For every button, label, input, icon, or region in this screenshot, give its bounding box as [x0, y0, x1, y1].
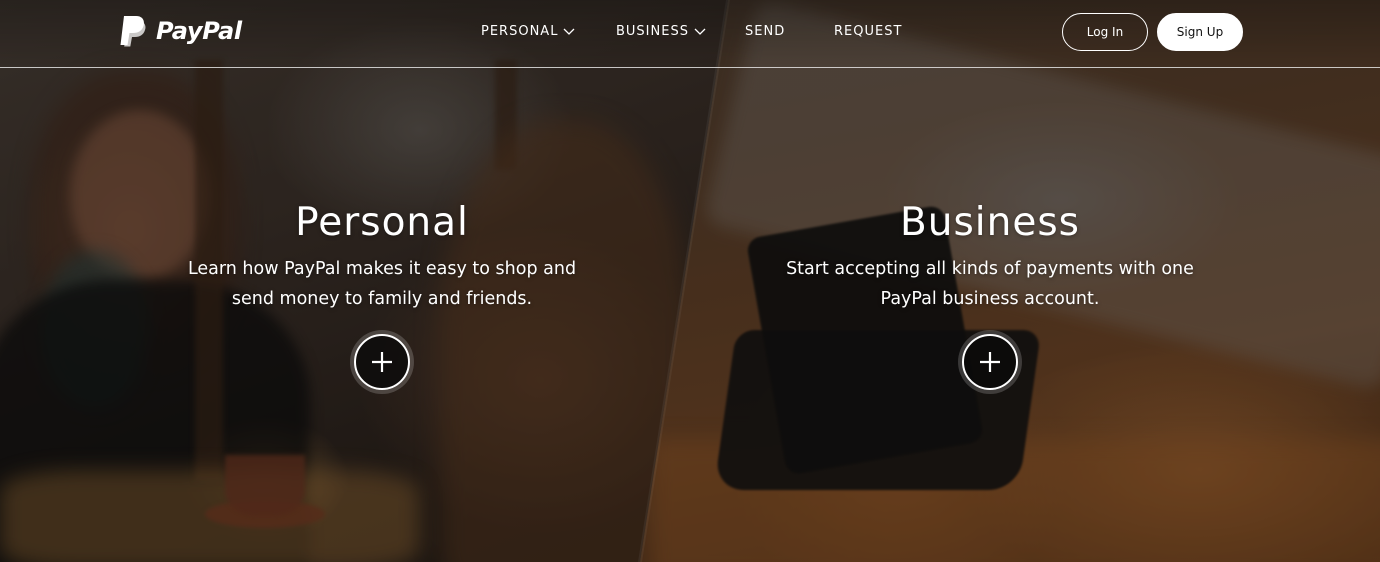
personal-expand-button[interactable]	[354, 334, 410, 390]
nav-business-label: BUSINESS	[616, 24, 689, 39]
nav-request-label: REQUEST	[834, 24, 903, 39]
login-button[interactable]: Log In	[1062, 13, 1148, 51]
signup-button[interactable]: Sign Up	[1157, 13, 1243, 51]
paypal-p-icon	[118, 14, 148, 48]
business-description: Start accepting all kinds of payments wi…	[786, 259, 1194, 309]
plus-icon	[980, 352, 1000, 372]
paypal-logo[interactable]: PayPal	[118, 14, 242, 48]
chevron-down-icon	[563, 28, 575, 35]
personal-section: Personal Learn how PayPal makes it easy …	[172, 198, 592, 314]
personal-title: Personal	[295, 200, 469, 245]
nav-personal-label: PERSONAL	[481, 24, 559, 39]
plus-icon	[372, 352, 392, 372]
nav-send[interactable]: SEND	[745, 24, 785, 39]
nav-send-label: SEND	[745, 24, 786, 39]
top-header: PayPal PERSONAL BUSINESS SEND REQUEST Lo…	[0, 0, 1380, 68]
business-expand-button[interactable]	[962, 334, 1018, 390]
nav-personal[interactable]: PERSONAL	[481, 24, 575, 39]
nav-request[interactable]: REQUEST	[834, 24, 902, 39]
business-title: Business	[900, 200, 1080, 245]
paypal-wordmark: PayPal	[156, 17, 242, 45]
business-section: Business Start accepting all kinds of pa…	[780, 198, 1200, 314]
nav-business[interactable]: BUSINESS	[616, 24, 706, 39]
personal-description: Learn how PayPal makes it easy to shop a…	[187, 259, 577, 309]
chevron-down-icon	[694, 28, 706, 35]
